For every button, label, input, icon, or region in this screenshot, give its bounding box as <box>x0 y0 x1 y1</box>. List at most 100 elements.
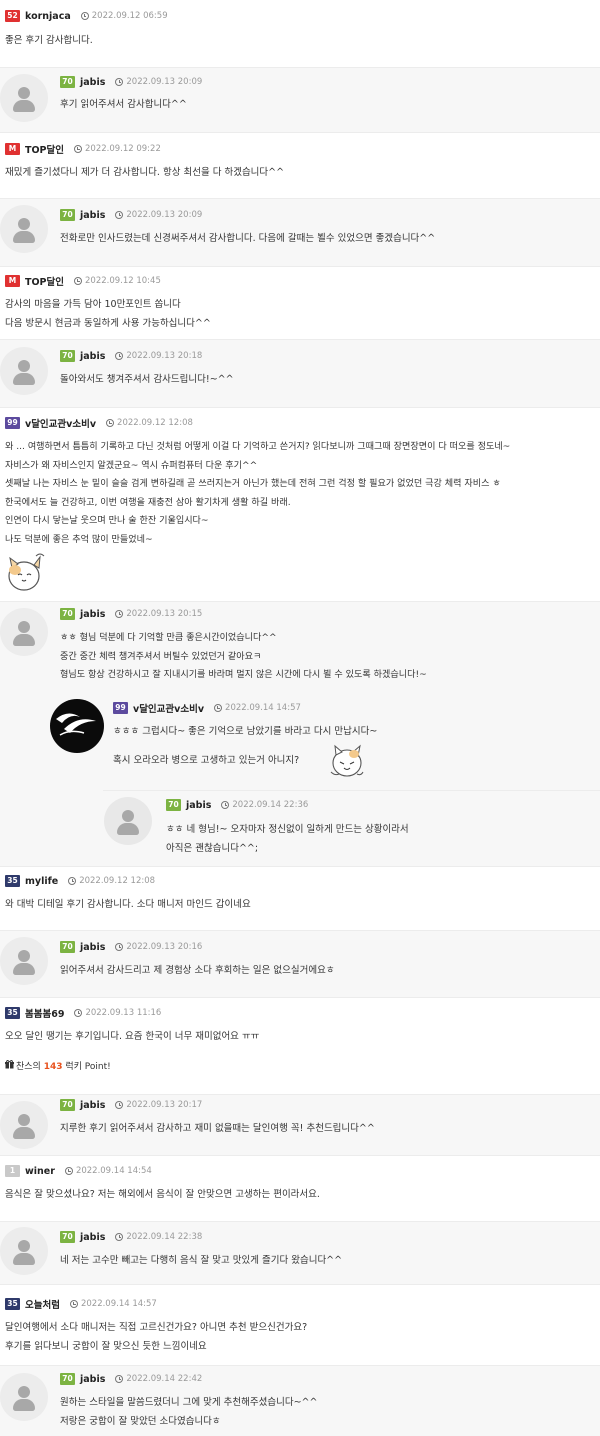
comment-line: 후기 읽어주셔서 감사합니다^^ <box>60 99 187 110</box>
comment-line: 네 저는 고수만 빼고는 다행히 음식 잘 맞고 맛있게 즐기다 왔습니다^^ <box>60 1255 343 1266</box>
divider <box>0 1284 600 1285</box>
clock-icon <box>106 419 115 427</box>
comment-line: 다음 방문시 현금과 동일하게 사용 가능하십니다^^ <box>5 317 211 329</box>
comment-date: 2022.09.12 06:59 <box>91 11 168 21</box>
nickname[interactable]: winer <box>25 1166 55 1177</box>
comment-body: 감사의 마음을 가득 담아 10만포인트 쏩니다 다음 방문시 현금과 동일하게… <box>5 296 211 333</box>
comment-body: 재밌게 즐기셨다니 제가 더 감사합니다. 항상 최선을 다 하겠습니다^^ <box>5 164 284 183</box>
level-badge: 99 <box>5 417 20 429</box>
comment-header: 70 jabis 2022.09.14 22:36 <box>166 798 308 812</box>
avatar <box>0 1101 48 1149</box>
comment-line: 와 대박 디테일 후기 감사합니다. 소다 매니저 마인드 갑이네요 <box>5 899 251 910</box>
comment-body: 좋은 후기 감사합니다. <box>5 32 93 51</box>
avatar <box>0 1227 48 1275</box>
nickname[interactable]: jabis <box>80 942 105 953</box>
comment-body: 네 저는 고수만 빼고는 다행히 음식 잘 맞고 맛있게 즐기다 왔습니다^^ <box>60 1252 342 1271</box>
comment-date: 2022.09.13 20:18 <box>126 351 203 361</box>
level-badge: 35 <box>5 875 20 887</box>
clock-icon <box>115 1375 124 1383</box>
avatar <box>50 699 104 753</box>
level-badge: 70 <box>166 799 181 811</box>
nickname[interactable]: TOP달인 <box>25 142 64 156</box>
divider <box>0 266 600 267</box>
comment-header: 70 jabis 2022.09.13 20:18 <box>60 349 202 363</box>
comment-body: ㅎㅎ 네 형님!~ 오자마자 정신없이 일하게 만드는 상황이라서 아직은 괜찮… <box>166 821 409 858</box>
avatar <box>0 1373 48 1421</box>
comment-line: 지루한 후기 읽어주셔서 감사하고 재미 없을때는 달인여행 꼭! 추천드립니다… <box>60 1123 375 1134</box>
divider <box>0 1155 600 1156</box>
comment-date: 2022.09.14 22:38 <box>126 1232 203 1242</box>
comment-header: 99 v달인교관v소비v 2022.09.12 12:08 <box>5 416 193 430</box>
comment-date: 2022.09.13 20:16 <box>126 942 203 952</box>
comment-body: 전화로만 인사드렸는데 신경써주셔서 감사합니다. 다음에 갈때는 뵐수 있었으… <box>60 230 435 249</box>
comment-body: 와 ... 여행하면서 틈틈히 기록하고 다닌 것처럼 어떻게 이걸 다 기억하… <box>5 438 510 549</box>
clock-icon <box>221 801 230 809</box>
level-badge: M <box>5 275 20 287</box>
nickname[interactable]: jabis <box>80 210 105 221</box>
nickname[interactable]: jabis <box>186 800 211 811</box>
comment-body: 읽어주셔서 감사드리고 제 경험상 소다 후회하는 일은 없으실거에요ㅎ <box>60 962 335 981</box>
luck-number: 143 <box>43 1062 63 1072</box>
nickname[interactable]: jabis <box>80 351 105 362</box>
comment-body: 달인여행에서 소다 매니저는 직접 고르신건가요? 아니면 추천 받으신건가요?… <box>5 1319 307 1356</box>
nickname[interactable]: mylife <box>25 876 58 887</box>
comment-header: 70 jabis 2022.09.13 20:09 <box>60 75 202 89</box>
nickname[interactable]: jabis <box>80 1100 105 1111</box>
comment-body: 음식은 잘 맞으셨나요? 저는 해외에서 음식이 잘 안맞으면 고생하는 편이라… <box>5 1186 320 1205</box>
comment-date: 2022.09.14 14:54 <box>75 1166 152 1176</box>
comment-line: 중간 중간 체력 챙겨주셔서 버틸수 있었던거 같아요ㅋ <box>60 651 262 662</box>
nickname[interactable]: TOP달인 <box>25 274 64 288</box>
comment-date: 2022.09.12 12:08 <box>117 418 193 428</box>
lucky-point-notice: 찬스의 143 럭키 Point! <box>5 1059 111 1072</box>
comment-line: 감사의 마음을 가득 담아 10만포인트 쏩니다 <box>5 299 181 310</box>
avatar <box>0 74 48 122</box>
nickname[interactable]: v달인교관v소비v <box>133 701 204 715</box>
comment-body: 와 대박 디테일 후기 감사합니다. 소다 매니저 마인드 갑이네요 <box>5 896 251 915</box>
level-badge: 70 <box>60 1231 75 1243</box>
comment-line: 아직은 괜찮습니다^^; <box>166 842 259 854</box>
cat-sticker-icon <box>330 744 364 777</box>
level-badge: 70 <box>60 608 75 620</box>
avatar <box>0 347 48 395</box>
comment-date: 2022.09.13 20:17 <box>126 1100 203 1110</box>
comment-line: ㅎㅎㅎ 그럽시다~ 좋은 기억으로 남았기를 바라고 다시 만납시다~ <box>113 726 378 737</box>
comment-date: 2022.09.14 14:57 <box>225 703 301 713</box>
nickname[interactable]: jabis <box>80 609 105 620</box>
comment-date: 2022.09.14 22:42 <box>126 1374 203 1384</box>
clock-icon <box>115 943 124 951</box>
comment-line: 오오 달인 땡기는 후기입니다. 요즘 한국이 너무 재미없어요 ㅠㅠ <box>5 1031 260 1042</box>
level-badge: 1 <box>5 1165 20 1177</box>
divider <box>0 407 600 408</box>
comment-line: 와 ... 여행하면서 틈틈히 기록하고 다닌 것처럼 어떻게 이걸 다 기억하… <box>5 442 511 452</box>
comment-header: 35 봄봄봄69 2022.09.13 11:16 <box>5 1006 161 1020</box>
clock-icon <box>115 211 124 219</box>
comment-line: 형님도 항상 건강하시고 잘 지내시기를 바라며 멀지 않은 시간에 다시 뵐 … <box>60 670 427 680</box>
luck-suffix: 럭키 Point! <box>65 1062 111 1072</box>
comment-line: ㅎㅎ 네 형님!~ 오자마자 정신없이 일하게 만드는 상황이라서 <box>166 824 409 835</box>
comment-line: ㅎㅎ 형님 덕분에 다 기억할 만큼 좋은시간이었습니다^^ <box>60 633 277 643</box>
clock-icon <box>69 1300 78 1308</box>
divider <box>0 132 600 133</box>
nickname[interactable]: jabis <box>80 77 105 88</box>
comment-header: 99 v달인교관v소비v 2022.09.14 14:57 <box>113 701 301 715</box>
nickname[interactable]: 오늘처럼 <box>25 1297 60 1311</box>
level-badge: M <box>5 143 20 155</box>
clock-icon <box>115 1233 124 1241</box>
comment-line: 저랑은 궁합이 잘 맞았던 소다였습니다ㅎ <box>60 1415 221 1427</box>
gift-icon <box>5 1060 14 1072</box>
clock-icon <box>115 1101 124 1109</box>
comment-line: 읽어주셔서 감사드리고 제 경험상 소다 후회하는 일은 없으실거에요ㅎ <box>60 965 335 976</box>
nickname[interactable]: jabis <box>80 1232 105 1243</box>
comment-line: 음식은 잘 맞으셨나요? 저는 해외에서 음식이 잘 안맞으면 고생하는 편이라… <box>5 1189 320 1200</box>
comment-body: ㅎㅎ 형님 덕분에 다 기억할 만큼 좋은시간이었습니다^^ 중간 중간 체력 … <box>60 629 427 685</box>
level-badge: 35 <box>5 1298 20 1310</box>
comment-header: 52 kornjaca 2022.09.12 06:59 <box>5 9 168 23</box>
nickname[interactable]: kornjaca <box>25 11 71 22</box>
divider <box>0 997 600 998</box>
nickname[interactable]: jabis <box>80 1374 105 1385</box>
nickname[interactable]: v달인교관v소비v <box>25 416 96 430</box>
nickname[interactable]: 봄봄봄69 <box>25 1006 64 1020</box>
avatar-art-icon <box>56 713 96 736</box>
level-badge: 99 <box>113 702 128 714</box>
comment-line: 혹시 오라오라 병으로 고생하고 있는거 아니지? <box>113 755 300 766</box>
